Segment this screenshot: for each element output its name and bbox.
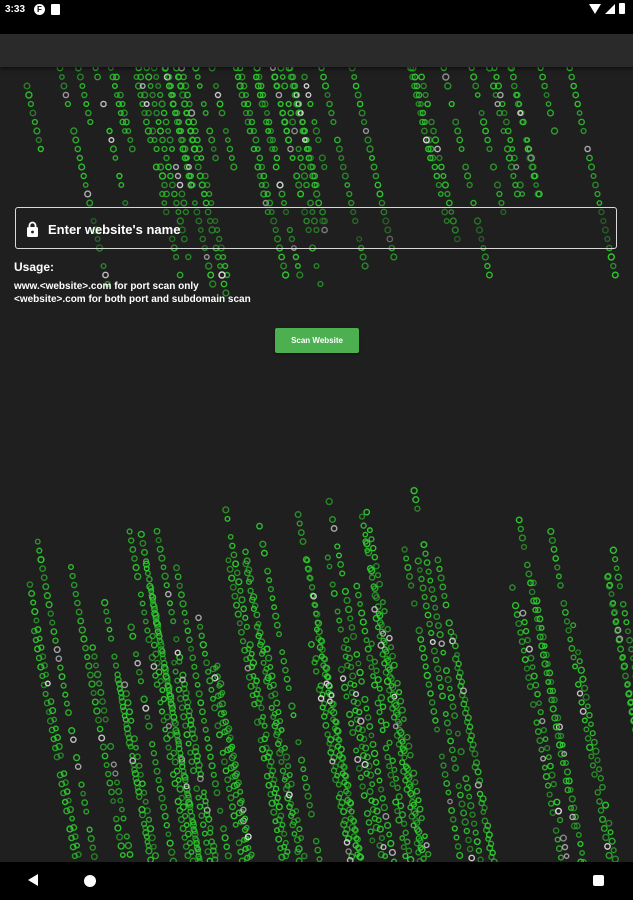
wifi-icon xyxy=(589,3,601,14)
usage-title: Usage: xyxy=(14,260,55,274)
clipboard-icon xyxy=(51,4,60,15)
status-indicators xyxy=(589,3,625,14)
scan-website-button[interactable]: Scan Website xyxy=(275,328,359,353)
notification-f-icon: F xyxy=(34,4,45,15)
recents-icon[interactable] xyxy=(593,875,604,886)
website-input-container[interactable] xyxy=(15,207,617,249)
navigation-bar xyxy=(0,862,633,900)
usage-line-subdomain-scan: <website>.com for both port and subdomai… xyxy=(14,294,251,305)
back-icon[interactable] xyxy=(28,874,38,886)
main-content: Usage: www.<website>.com for port scan o… xyxy=(0,0,633,900)
battery-icon xyxy=(619,3,625,14)
home-icon[interactable] xyxy=(84,875,96,887)
signal-icon xyxy=(605,3,615,14)
lock-icon xyxy=(27,221,38,237)
status-time: 3:33 xyxy=(5,4,26,15)
usage-line-port-scan: www.<website>.com for port scan only xyxy=(14,281,199,292)
website-name-input[interactable] xyxy=(48,216,608,242)
status-bar: 3:33 F xyxy=(0,0,633,20)
